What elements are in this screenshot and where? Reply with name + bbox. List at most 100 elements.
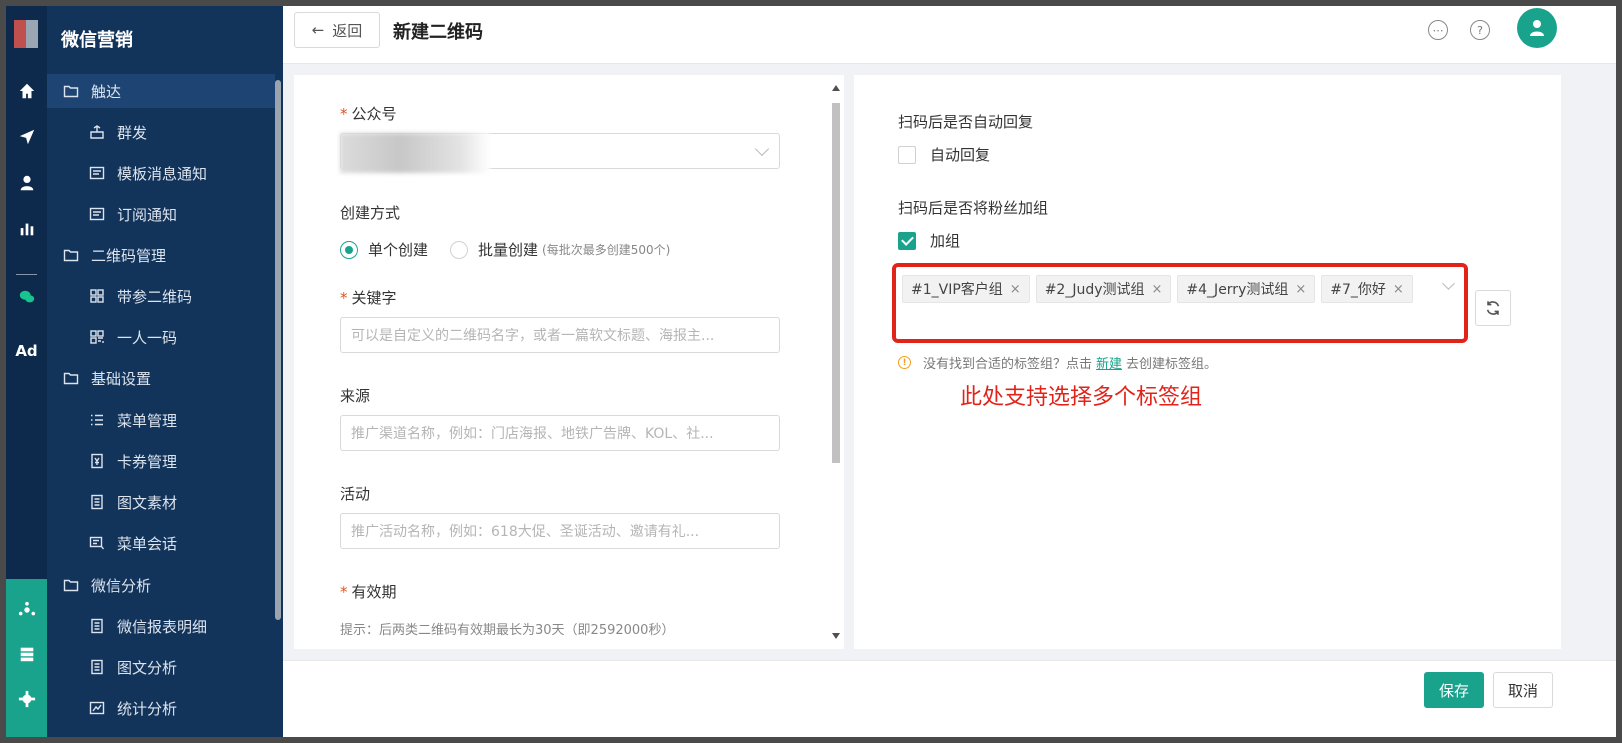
document-icon — [89, 659, 105, 675]
sidebar-item-label: 统计分析 — [117, 699, 178, 718]
source-input[interactable]: 推广渠道名称，例如：门店海报、地铁广告牌、KOL、社... — [340, 415, 780, 451]
auto-reply-checkbox[interactable] — [898, 145, 916, 164]
app-title: 微信营销 — [61, 30, 133, 51]
create-tag-group-link[interactable]: 新建 — [1096, 353, 1122, 372]
method-radio-group: 单个创建 批量创建 (每批次最多创建500个) — [340, 239, 670, 260]
avatar[interactable] — [1517, 8, 1557, 48]
sidebar-item-label: 模板消息通知 — [117, 164, 208, 183]
sidebar-item-basic-settings[interactable]: 基础设置 — [47, 361, 275, 395]
gear-icon[interactable] — [6, 684, 47, 714]
form-scrollbar[interactable] — [830, 83, 842, 641]
sidebar-item-subscribe-notice[interactable]: 订阅通知 — [47, 197, 275, 231]
close-icon[interactable]: × — [1152, 282, 1163, 297]
user-icon[interactable] — [6, 168, 47, 198]
sidebar-item-coupon-management[interactable]: 卡券管理 — [47, 444, 275, 478]
sidebar-item-article-material[interactable]: 图文素材 — [47, 485, 275, 519]
tag-group-select[interactable]: #1_VIP客户组 × #2_Judy测试组 × #4_Jerry测试组 × #7_你… — [892, 263, 1468, 343]
radio-batch[interactable] — [450, 240, 469, 259]
sidebar-item-mass-send[interactable]: 群发 — [47, 115, 275, 149]
coupon-icon — [89, 453, 105, 469]
auto-reply-option[interactable]: 自动回复 — [898, 144, 990, 165]
group-label[interactable]: 加组 — [930, 230, 960, 251]
rail-bottom-section — [6, 579, 47, 737]
refresh-button[interactable] — [1475, 290, 1511, 326]
sidebar-scrollbar[interactable] — [275, 80, 281, 620]
group-checkbox[interactable] — [898, 231, 916, 250]
validity-label: * 有效期 — [340, 583, 397, 601]
save-button[interactable]: 保存 — [1424, 672, 1484, 708]
required-mark: * — [340, 583, 348, 601]
cancel-button[interactable]: 取消 — [1493, 672, 1553, 708]
document-icon — [89, 494, 105, 510]
bar-chart-icon[interactable] — [6, 214, 47, 244]
warning-icon: ! — [898, 356, 911, 369]
folder-icon — [63, 83, 79, 99]
sidebar-item-wechat-analysis[interactable]: 微信分析 — [47, 568, 275, 602]
sidebar-item-menu-management[interactable]: 菜单管理 — [47, 403, 275, 437]
app-window: Ad 微信营销 触达 群发 模板消息通知 订阅通知 二维码管理 带参二维码 一人… — [6, 6, 1616, 737]
auto-reply-label[interactable]: 自动回复 — [930, 144, 990, 165]
back-button[interactable]: ← 返回 — [294, 12, 380, 48]
tag-group-hint: ! 没有找到合适的标签组？点击 新建 去创建标签组。 — [898, 353, 1217, 372]
document-icon — [89, 618, 105, 634]
sidebar-item-template-message[interactable]: 模板消息通知 — [47, 156, 275, 190]
radio-single-label[interactable]: 单个创建 — [368, 239, 428, 260]
page-footer: 保存 取消 — [283, 660, 1616, 737]
keyword-label: * 关键字 — [340, 289, 397, 307]
sidebar-item-param-qrcode[interactable]: 带参二维码 — [47, 279, 275, 313]
home-icon[interactable] — [6, 76, 47, 106]
scroll-up-icon[interactable] — [832, 85, 840, 91]
close-icon[interactable]: × — [1010, 282, 1021, 297]
sidebar-item-label: 菜单管理 — [117, 411, 178, 430]
radio-batch-label[interactable]: 批量创建 — [478, 239, 538, 260]
chevron-down-icon — [754, 141, 770, 157]
close-icon[interactable]: × — [1295, 282, 1306, 297]
tag-chip: #2_Judy测试组 × — [1035, 275, 1172, 303]
account-label: * 公众号 — [340, 105, 397, 123]
sidebar-item-reach[interactable]: 触达 — [47, 74, 275, 108]
form-panel-left: * 公众号 创建方式 单个创建 批量创建 (每批次最多创建500个) * 关键字 可… — [294, 75, 844, 649]
back-button-label: 返回 — [332, 21, 363, 40]
database-icon[interactable] — [6, 639, 47, 669]
group-option[interactable]: 加组 — [898, 230, 960, 251]
radio-single[interactable] — [340, 240, 358, 259]
list-icon — [89, 412, 105, 428]
sidebar-item-one-code-per-person[interactable]: 一人一码 — [47, 320, 275, 354]
qrcode-icon — [89, 329, 105, 345]
sidebar-item-label: 触达 — [91, 82, 122, 101]
ad-icon[interactable]: Ad — [6, 342, 47, 360]
annotation-text: 此处支持选择多个标签组 — [960, 385, 1203, 410]
message-icon — [89, 165, 105, 181]
sidebar-item-statistics[interactable]: 统计分析 — [47, 691, 275, 725]
scrollbar-thumb[interactable] — [832, 103, 840, 463]
activity-input[interactable]: 推广活动名称，例如：618大促、圣诞活动、邀请有礼... — [340, 513, 780, 549]
tag-chip: #7_你好 × — [1321, 275, 1413, 303]
icon-rail: Ad — [6, 6, 47, 737]
network-icon[interactable] — [6, 595, 47, 625]
sidebar-item-article-analysis[interactable]: 图文分析 — [47, 650, 275, 684]
help-icon[interactable]: ? — [1470, 20, 1490, 40]
sidebar-item-label: 微信分析 — [91, 576, 152, 595]
required-mark: * — [340, 289, 348, 307]
close-icon[interactable]: × — [1393, 282, 1404, 297]
wechat-icon[interactable] — [6, 282, 47, 312]
page-title: 新建二维码 — [393, 22, 483, 43]
auto-reply-question: 扫码后是否自动回复 — [898, 113, 1034, 131]
group-question: 扫码后是否将粉丝加组 — [898, 199, 1049, 217]
scroll-down-icon[interactable] — [832, 633, 840, 639]
keyword-input[interactable]: 可以是自定义的二维码名字，或者一篇软文标题、海报主... — [340, 317, 780, 353]
refresh-icon — [1486, 301, 1500, 315]
sidebar-item-menu-session[interactable]: 菜单会话 — [47, 526, 275, 560]
chat-icon — [89, 535, 105, 551]
tag-chip: #1_VIP客户组 × — [902, 275, 1030, 303]
method-label: 创建方式 — [340, 204, 401, 222]
chat-bubble-icon[interactable]: ⋯ — [1428, 20, 1448, 40]
rail-divider — [16, 274, 37, 275]
chevron-down-icon[interactable] — [1442, 277, 1455, 290]
sidebar-item-label: 订阅通知 — [117, 205, 178, 224]
sidebar-item-wechat-report-detail[interactable]: 微信报表明细 — [47, 609, 275, 643]
sidebar-item-qrcode-management[interactable]: 二维码管理 — [47, 238, 275, 272]
sidebar-item-label: 群发 — [117, 123, 148, 142]
tag-chip: #4_Jerry测试组 × — [1177, 275, 1316, 303]
send-icon[interactable] — [6, 122, 47, 152]
